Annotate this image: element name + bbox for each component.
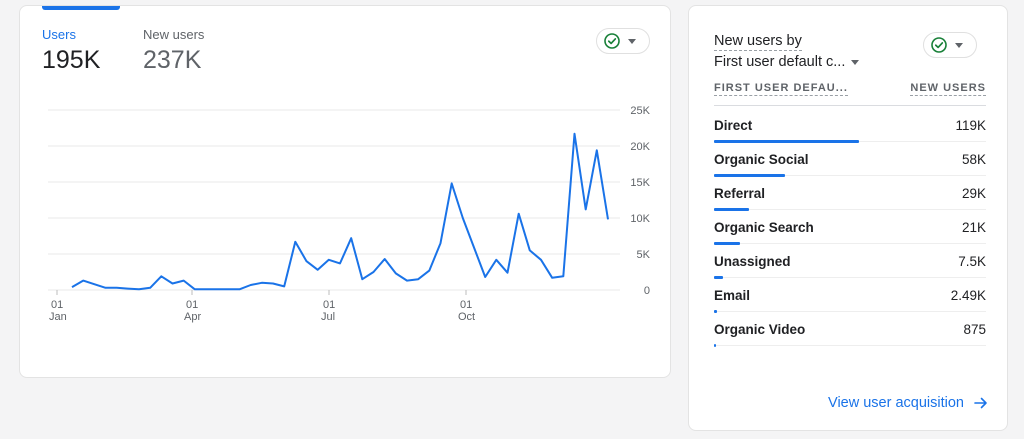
table-row[interactable]: Organic Search 21K (714, 210, 986, 245)
x-tick-month: Jul (321, 311, 335, 323)
x-tick-day: 01 (186, 299, 198, 311)
dimension-label: First user default c... (714, 54, 846, 70)
users-overview-card: Users 195K New users 237K 25K 20K 15K 10K 5K… (19, 5, 671, 378)
channel-name: Unassigned (714, 254, 791, 269)
y-tick-label: 10K (630, 213, 650, 225)
y-tick-label: 15K (630, 177, 650, 189)
users-series-line (71, 132, 609, 291)
channel-name: Referral (714, 186, 766, 201)
y-tick-label: 25K (630, 105, 650, 117)
channel-name: Organic Video (714, 322, 806, 337)
new-users-by-channel-card: New users by First user default c... FIR… (688, 5, 1008, 431)
channel-name: Direct (714, 118, 753, 133)
header-divider (714, 105, 986, 106)
dimension-selector[interactable]: First user default c... (714, 54, 860, 70)
arrow-right-icon (974, 397, 987, 409)
channel-value: 29K (961, 186, 986, 201)
channel-value: 119K (955, 118, 986, 133)
link-label: View user acquisition (828, 395, 964, 411)
y-tick-label: 0 (644, 285, 650, 297)
column-header-channel[interactable]: FIRST USER DEFAU... (714, 82, 848, 96)
users-line-chart: 25K20K15K10K5K001Jan01Apr01Jul01Oct (48, 105, 651, 323)
channel-value: 58K (961, 152, 986, 167)
x-tick-month: Apr (184, 311, 201, 323)
check-circle-icon (931, 37, 947, 53)
channel-name: Organic Search (714, 220, 814, 235)
compare-button[interactable] (923, 32, 977, 58)
table-row[interactable]: Organic Video 875 (714, 312, 986, 347)
caret-down-icon (851, 59, 860, 65)
channel-name: Email (714, 288, 751, 303)
row-divider (714, 345, 986, 346)
x-tick-month: Oct (458, 311, 475, 323)
table-row[interactable]: Email 2.49K (714, 278, 986, 313)
x-tick-day: 01 (460, 299, 472, 311)
table-row[interactable]: Unassigned 7.5K (714, 244, 986, 279)
table-row[interactable]: Referral 29K (714, 176, 986, 211)
channel-value: 7.5K (958, 254, 986, 269)
y-tick-label: 20K (630, 141, 650, 153)
channel-value: 875 (963, 322, 986, 337)
share-bar (714, 344, 716, 347)
channel-name: Organic Social (714, 152, 809, 167)
y-tick-label: 5K (637, 249, 651, 261)
channel-value: 2.49K (950, 288, 986, 303)
channel-value: 21K (961, 220, 986, 235)
column-header-new-users[interactable]: NEW USERS (910, 82, 986, 96)
view-user-acquisition-link[interactable]: View user acquisition (828, 395, 988, 411)
table-row[interactable]: Direct 119K (714, 108, 986, 143)
x-tick-day: 01 (323, 299, 335, 311)
caret-down-icon (955, 42, 963, 48)
x-tick-month: Jan (49, 311, 67, 323)
table-row[interactable]: Organic Social 58K (714, 142, 986, 177)
x-tick-day: 01 (51, 299, 63, 311)
panel-title: New users by (714, 33, 802, 51)
